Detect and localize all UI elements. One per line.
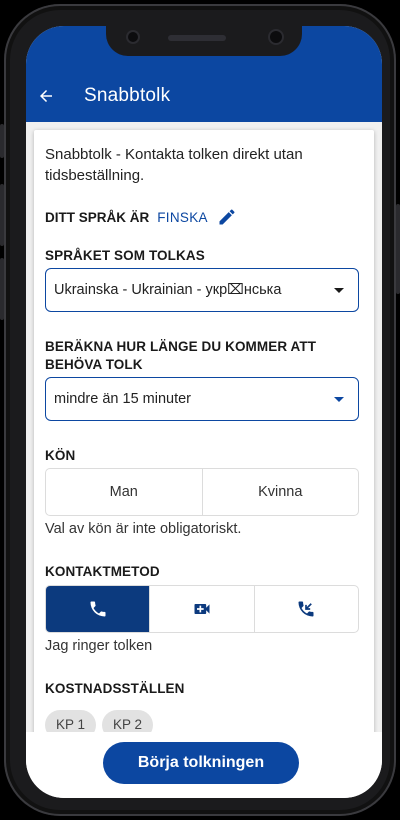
bottom-bar: Börja tolkningen — [26, 732, 382, 798]
app-bar: Snabbtolk — [26, 70, 382, 122]
cost-centers-label: KOSTNADSSTÄLLEN — [45, 681, 185, 696]
speaker-grille — [168, 35, 226, 41]
contact-method-segmented-control — [45, 585, 359, 633]
contact-method-label: KONTAKTMETOD — [45, 564, 160, 579]
back-arrow-icon[interactable] — [36, 86, 56, 106]
interpreted-language-select[interactable]: Ukrainska - Ukrainian - укр⌧нська — [45, 268, 359, 312]
edit-pencil-icon[interactable] — [216, 206, 238, 228]
incoming-call-icon — [298, 601, 314, 617]
contact-option-phone[interactable] — [46, 586, 151, 632]
gender-option-kvinna[interactable]: Kvinna — [203, 469, 359, 515]
duration-select[interactable]: mindre än 15 minuter — [45, 377, 359, 421]
interpreted-language-label: SPRÅKET SOM TOLKAS — [45, 248, 205, 263]
phone-frame: Snabbtolk Snabbtolk - Kontakta tolken di… — [0, 4, 400, 816]
duration-value: mindre än 15 minuter — [54, 391, 192, 407]
gender-segmented-control: Man Kvinna — [45, 468, 359, 516]
volume-down-button — [0, 258, 4, 320]
notch — [106, 26, 302, 56]
your-language-label: DITT SPRÅK ÄR — [45, 209, 150, 225]
sensor-icon — [128, 32, 138, 42]
interpreted-language-value: Ukrainska - Ukrainian - укр⌧нська — [54, 282, 282, 298]
contact-method-note: Jag ringer tolken — [45, 638, 153, 654]
form-card: Snabbtolk - Kontakta tolken direkt utan … — [34, 130, 374, 742]
video-call-icon — [194, 604, 210, 614]
duration-label: BERÄKNA HUR LÄNGE DU KOMMER ATT BEHÖVA T… — [45, 339, 317, 372]
volume-up-button — [0, 184, 4, 246]
contact-option-video[interactable] — [150, 586, 255, 632]
gender-label: KÖN — [45, 448, 76, 463]
start-interpretation-button[interactable]: Börja tolkningen — [103, 742, 299, 784]
intro-text: Snabbtolk - Kontakta tolken direkt utan … — [45, 146, 303, 184]
your-language-row: DITT SPRÅK ÄR FINSKA — [45, 206, 238, 228]
gender-note: Val av kön är inte obligatoriskt. — [45, 521, 242, 537]
gender-option-man[interactable]: Man — [46, 469, 203, 515]
power-button — [396, 204, 400, 294]
dropdown-arrow-icon — [334, 287, 344, 293]
mute-switch — [0, 124, 4, 158]
front-camera-icon — [270, 31, 282, 43]
page-title: Snabbtolk — [84, 85, 171, 106]
phone-icon — [90, 601, 106, 617]
your-language-value[interactable]: FINSKA — [157, 210, 208, 225]
dropdown-arrow-icon — [334, 396, 344, 402]
contact-option-callback[interactable] — [255, 586, 358, 632]
screen: Snabbtolk Snabbtolk - Kontakta tolken di… — [26, 26, 382, 798]
